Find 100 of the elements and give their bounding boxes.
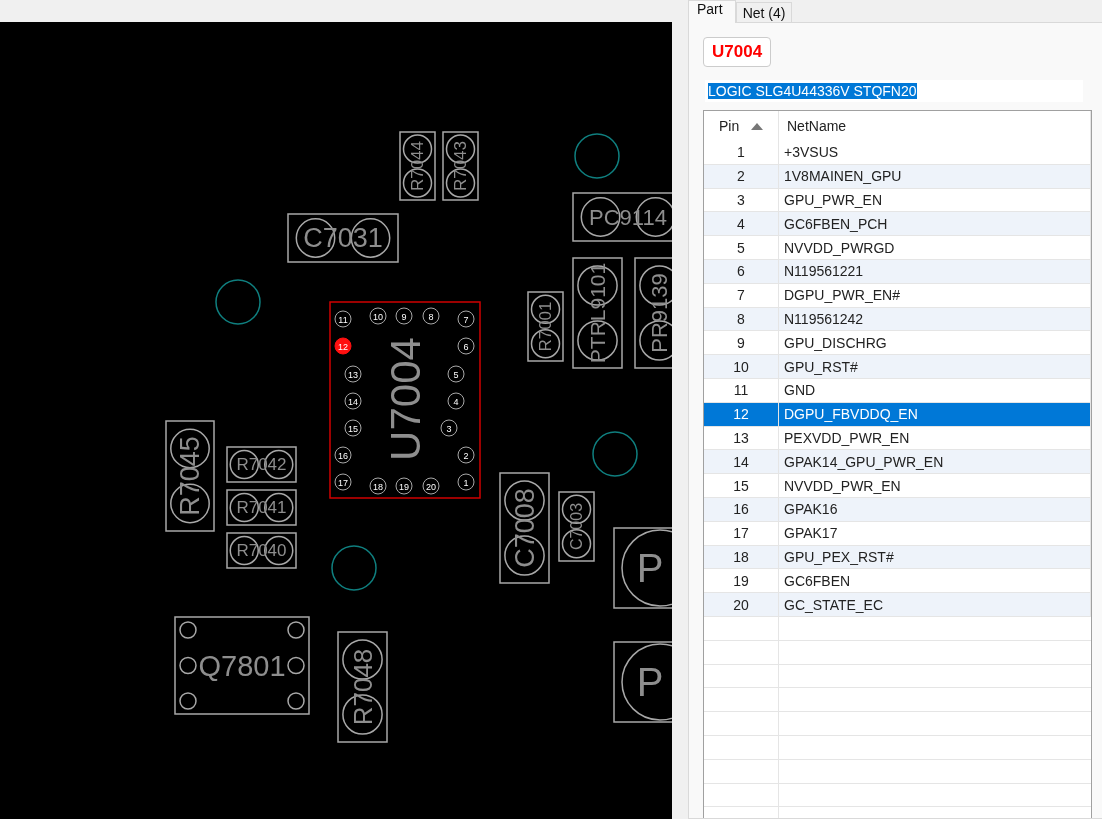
- pin-number: 10: [733, 358, 749, 375]
- net-name: DGPU_FBVDDQ_EN: [784, 406, 918, 423]
- pin-pad[interactable]: 5: [447, 365, 465, 383]
- table-row[interactable]: 2 1V8MAINEN_GPU: [704, 164, 1091, 189]
- net-name: +3VSUS: [784, 144, 839, 161]
- net-name: GPU_RST#: [784, 358, 858, 375]
- component-designator: P: [636, 660, 664, 704]
- pin-number: 8: [737, 310, 745, 327]
- pin-number: 12: [733, 406, 749, 423]
- column-header[interactable]: NetName: [787, 118, 847, 134]
- pin-pad[interactable]: 17: [334, 473, 352, 491]
- component-designator: PTRL9101: [586, 262, 609, 364]
- net-name: GPU_PEX_RST#: [784, 548, 894, 565]
- pin-pad[interactable]: 3: [440, 419, 458, 437]
- table-row[interactable]: 18 GPU_PEX_RST#: [704, 545, 1091, 570]
- pin-number: 18: [733, 548, 749, 565]
- table-row[interactable]: 11 GND: [704, 378, 1091, 403]
- pin-pad[interactable]: 4: [447, 392, 465, 410]
- panel-tab[interactable]: Net (4): [735, 2, 793, 22]
- component-designator: P: [636, 546, 664, 590]
- table-row[interactable]: 17 GPAK17: [704, 521, 1091, 546]
- column-header[interactable]: Pin: [719, 118, 740, 134]
- net-name: N119561242: [784, 310, 864, 327]
- net-name: NVVDD_PWRGD: [784, 239, 895, 256]
- pin-pad[interactable]: 6: [457, 337, 475, 355]
- pin-number: 5: [737, 239, 745, 256]
- description-field[interactable]: LOGIC SLG4U44336V STQFN20: [705, 80, 1083, 102]
- pin-pad[interactable]: 15: [344, 419, 362, 437]
- pin-pad[interactable]: 11: [334, 310, 352, 328]
- net-name: GND: [784, 382, 816, 399]
- component-designator: C7008: [509, 488, 540, 568]
- chip-outline[interactable]: [329, 301, 481, 499]
- pin-pad[interactable]: 20: [422, 477, 440, 495]
- pin-number: 13: [733, 429, 749, 446]
- pin-number: 3: [737, 192, 745, 208]
- pin-number: 6: [737, 263, 745, 280]
- pin-number: 7: [737, 287, 745, 304]
- net-name: GPAK17: [784, 525, 838, 542]
- net-name: GC6FBEN: [784, 572, 851, 589]
- pin-pad[interactable]: 18: [369, 477, 387, 495]
- net-name: GPU_PWR_EN: [784, 192, 883, 208]
- net-name: N119561221: [784, 263, 864, 280]
- pin-number: 15: [733, 477, 749, 494]
- net-name: GPAK14_GPU_PWR_EN: [784, 453, 944, 470]
- table-row[interactable]: 7 DGPU_PWR_EN#: [704, 283, 1091, 308]
- pin-number: 20: [733, 596, 749, 613]
- table-row[interactable]: 20 GC_STATE_EC: [704, 593, 1091, 617]
- component-designator: Q7801: [198, 649, 286, 682]
- table-row[interactable]: 12 DGPU_FBVDDQ_EN: [704, 402, 1091, 427]
- part-button[interactable]: U7004: [703, 37, 772, 67]
- pin-pad[interactable]: 13: [344, 365, 362, 383]
- pin-pad[interactable]: 16: [334, 446, 352, 464]
- footprint-outline: [558, 491, 595, 562]
- pin-number: 9: [737, 334, 745, 351]
- net-name: 1V8MAINEN_GPU: [784, 168, 902, 185]
- net-name: GC6FBEN_PCH: [784, 215, 888, 232]
- pin-number: 11: [733, 382, 749, 399]
- net-name: GC_STATE_EC: [784, 596, 884, 613]
- component-designator: R7044: [408, 140, 427, 192]
- pin-pad[interactable]: 19: [395, 477, 413, 495]
- pin-pad[interactable]: 14: [344, 392, 362, 410]
- net-name: PEXVDD_PWR_EN: [784, 429, 910, 446]
- table-row[interactable]: 14 GPAK14_GPU_PWR_EN: [704, 450, 1091, 475]
- pin-pad[interactable]: 1: [457, 473, 475, 491]
- net-name: DGPU_PWR_EN#: [784, 287, 900, 304]
- pin-pad[interactable]: 7: [457, 310, 475, 328]
- component-designator: R7043: [451, 140, 470, 192]
- pin-number: 17: [733, 525, 749, 542]
- pin-pad[interactable]: 9: [395, 307, 413, 325]
- net-name: GPU_DISCHRG: [784, 334, 887, 351]
- net-name: GPAK16: [784, 501, 838, 518]
- table-row[interactable]: 10 GPU_RST#: [704, 355, 1091, 379]
- mounting-hole-icon: [574, 133, 620, 179]
- table-row[interactable]: 5 NVVDD_PWRGD: [704, 236, 1091, 260]
- pin-number: 1: [737, 144, 745, 161]
- mounting-hole-icon: [592, 431, 638, 477]
- footprint-outline: [399, 131, 436, 201]
- net-name: NVVDD_PWR_EN: [784, 477, 901, 494]
- footprint-outline: [442, 131, 479, 201]
- pin-pad[interactable]: 10: [369, 307, 387, 325]
- table-row[interactable]: 15 NVVDD_PWR_EN: [704, 474, 1091, 498]
- component-designator: PR9139: [647, 273, 672, 353]
- pin-number: 19: [733, 572, 749, 589]
- panel-tab[interactable]: Part: [688, 0, 736, 23]
- pin-number: 2: [737, 168, 745, 185]
- table-row[interactable]: 8 N119561242: [704, 307, 1091, 332]
- pin-number: 16: [733, 501, 749, 518]
- table-row[interactable]: 4 GC6FBEN_PCH: [704, 212, 1091, 237]
- component-designator: C7003: [568, 502, 585, 551]
- component-designator: R7048: [347, 648, 378, 726]
- table-row[interactable]: 6 N119561221: [704, 260, 1091, 284]
- pin-pad[interactable]: 2: [457, 446, 475, 464]
- mounting-hole-icon: [215, 279, 261, 325]
- pin-pad[interactable]: 8: [422, 307, 440, 325]
- component-designator: R7045: [175, 436, 205, 516]
- pin-number: 4: [737, 215, 745, 232]
- table-row[interactable]: 1 +3VSUS: [704, 141, 1091, 165]
- table-row[interactable]: 16 GPAK16: [704, 497, 1091, 522]
- pin-pad[interactable]: 12: [334, 337, 352, 355]
- component-designator: U7004: [381, 337, 429, 461]
